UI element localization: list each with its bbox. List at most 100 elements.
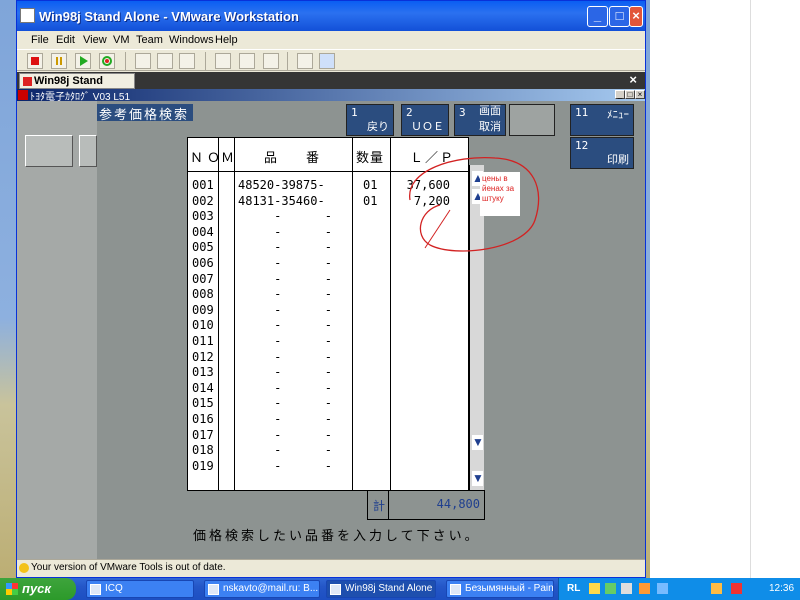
fkey-2-uoe-button[interactable]: 2 ＵＯＥ	[401, 104, 449, 136]
menu-view[interactable]: View	[83, 34, 107, 46]
cell-part[interactable]: - -	[238, 350, 332, 366]
snapshot-icon[interactable]	[135, 53, 151, 69]
minimize-button[interactable]: _	[587, 6, 608, 27]
cell-part[interactable]: - -	[238, 365, 332, 381]
left-blank-button[interactable]	[25, 135, 73, 167]
cell-part[interactable]: - -	[238, 287, 332, 303]
fkey-3-cancel-button[interactable]: 3 画面 取消	[454, 104, 506, 136]
revert-icon[interactable]	[157, 53, 173, 69]
tray-icon[interactable]	[731, 583, 742, 594]
cell-no: 003	[192, 209, 214, 224]
page-title: 参考価格検索	[97, 104, 193, 123]
taskbar-item-paint[interactable]: Безымянный - Paint	[446, 580, 554, 598]
guest-close-button[interactable]: ×	[635, 90, 645, 99]
menu-windows[interactable]: Windows	[169, 34, 214, 46]
cell-no: 014	[192, 380, 214, 395]
cell-part[interactable]: - -	[238, 225, 332, 241]
language-indicator[interactable]: RL	[567, 583, 580, 594]
paint-icon	[450, 584, 461, 595]
play-icon[interactable]	[75, 53, 91, 69]
cell-part[interactable]: - -	[238, 318, 332, 334]
fkey-12-label: 印刷	[607, 153, 629, 166]
total-box: 計 44,800	[367, 490, 485, 520]
console-view-icon[interactable]	[319, 53, 335, 69]
scroll-down-icon[interactable]: ▼	[472, 435, 484, 450]
browser-icon	[208, 584, 219, 595]
cell-part[interactable]: 48520-39875-	[238, 178, 325, 194]
fkey-1-label: 戻り	[367, 120, 389, 133]
left-strip	[17, 101, 97, 559]
tab-close-icon[interactable]: ×	[629, 72, 637, 87]
background-window	[650, 0, 800, 578]
cell-no: 018	[192, 443, 214, 458]
tab-vm[interactable]: Win98j Stand Alone	[19, 73, 135, 101]
cell-no: 004	[192, 224, 214, 239]
cell-part[interactable]: - -	[238, 412, 332, 428]
cell-part[interactable]: - -	[238, 459, 332, 475]
menu-vm[interactable]: VM	[113, 34, 130, 46]
windows-logo-icon	[6, 583, 18, 595]
menu-team[interactable]: Team	[136, 34, 163, 46]
close-button[interactable]: ×	[629, 6, 643, 27]
guest-app-icon	[18, 90, 28, 100]
scroll-bottom-icon[interactable]: ▼	[472, 471, 484, 486]
fkey-2-label: ＵＯＥ	[411, 120, 444, 133]
taskbar-item-vmware[interactable]: Win98j Stand Alone ...	[326, 580, 436, 598]
sidebar-icon[interactable]	[215, 53, 231, 69]
menu-help[interactable]: Help	[215, 34, 238, 46]
cell-part[interactable]: - -	[238, 303, 332, 319]
power-off-icon[interactable]	[27, 53, 43, 69]
full-screen-icon[interactable]	[239, 53, 255, 69]
cell-part[interactable]: - -	[238, 240, 332, 256]
clock: 12:36	[769, 583, 795, 594]
tray-icon[interactable]	[711, 583, 722, 594]
cell-no: 012	[192, 349, 214, 364]
fkey-3-label-bottom: 取消	[479, 120, 501, 133]
cell-part[interactable]: - -	[238, 443, 332, 459]
cell-part[interactable]: - -	[238, 381, 332, 397]
guest-maximize-button[interactable]: □	[625, 90, 635, 99]
tray-icon[interactable]	[657, 583, 668, 594]
snapshot-manager-icon[interactable]	[179, 53, 195, 69]
tray-icon[interactable]	[621, 583, 632, 594]
taskbar-item-browser[interactable]: nskavto@mail.ru: В...	[204, 580, 320, 598]
desktop-icons-edge	[0, 0, 16, 578]
cell-part[interactable]: - -	[238, 428, 332, 444]
tab-bar: Win98j Stand Alone ×	[17, 72, 645, 101]
cell-part[interactable]: - -	[238, 272, 332, 288]
col-divider	[390, 138, 391, 490]
summary-view-icon[interactable]	[297, 53, 313, 69]
start-button[interactable]: пуск	[0, 578, 76, 600]
cell-no: 009	[192, 302, 214, 317]
taskbar-item-icq[interactable]: ICQ	[86, 580, 194, 598]
tray-icon[interactable]	[589, 583, 600, 594]
cell-part[interactable]: 48131-35460-	[238, 194, 325, 210]
fkey-11-menu-button[interactable]: 11 ﾒﾆｭｰ	[570, 104, 634, 136]
fkey-blank-button[interactable]	[509, 104, 555, 136]
cell-no: 011	[192, 334, 214, 348]
total-label: 計	[373, 499, 386, 513]
tray-icon[interactable]	[605, 583, 616, 594]
menu-edit[interactable]: Edit	[56, 34, 75, 46]
guest-minimize-button[interactable]: _	[615, 90, 625, 99]
pause-icon[interactable]	[51, 53, 67, 69]
reset-icon[interactable]	[99, 53, 115, 69]
cell-part[interactable]: - -	[238, 334, 332, 350]
cell-part[interactable]: - -	[238, 396, 332, 412]
red-annotation-circle	[409, 156, 540, 252]
vmware-app-icon	[20, 8, 35, 23]
maximize-button[interactable]: □	[609, 6, 630, 27]
menu-file[interactable]: File	[31, 34, 49, 46]
left-blank-button-2[interactable]	[79, 135, 97, 167]
vmware-titlebar: Win98j Stand Alone - VMware Workstation …	[17, 1, 645, 31]
fkey-1-back-button[interactable]: 1 戻り	[346, 104, 394, 136]
quick-switch-icon[interactable]	[263, 53, 279, 69]
tray-icon[interactable]	[639, 583, 650, 594]
cell-qty[interactable]: 01	[363, 194, 377, 210]
fkey-12-print-button[interactable]: 12 印刷	[570, 137, 634, 169]
cell-qty[interactable]: 01	[363, 178, 377, 194]
cell-part[interactable]: - -	[238, 209, 332, 225]
cell-part[interactable]: - -	[238, 256, 332, 272]
col-divider	[234, 138, 235, 490]
cell-no: 001	[192, 178, 214, 192]
